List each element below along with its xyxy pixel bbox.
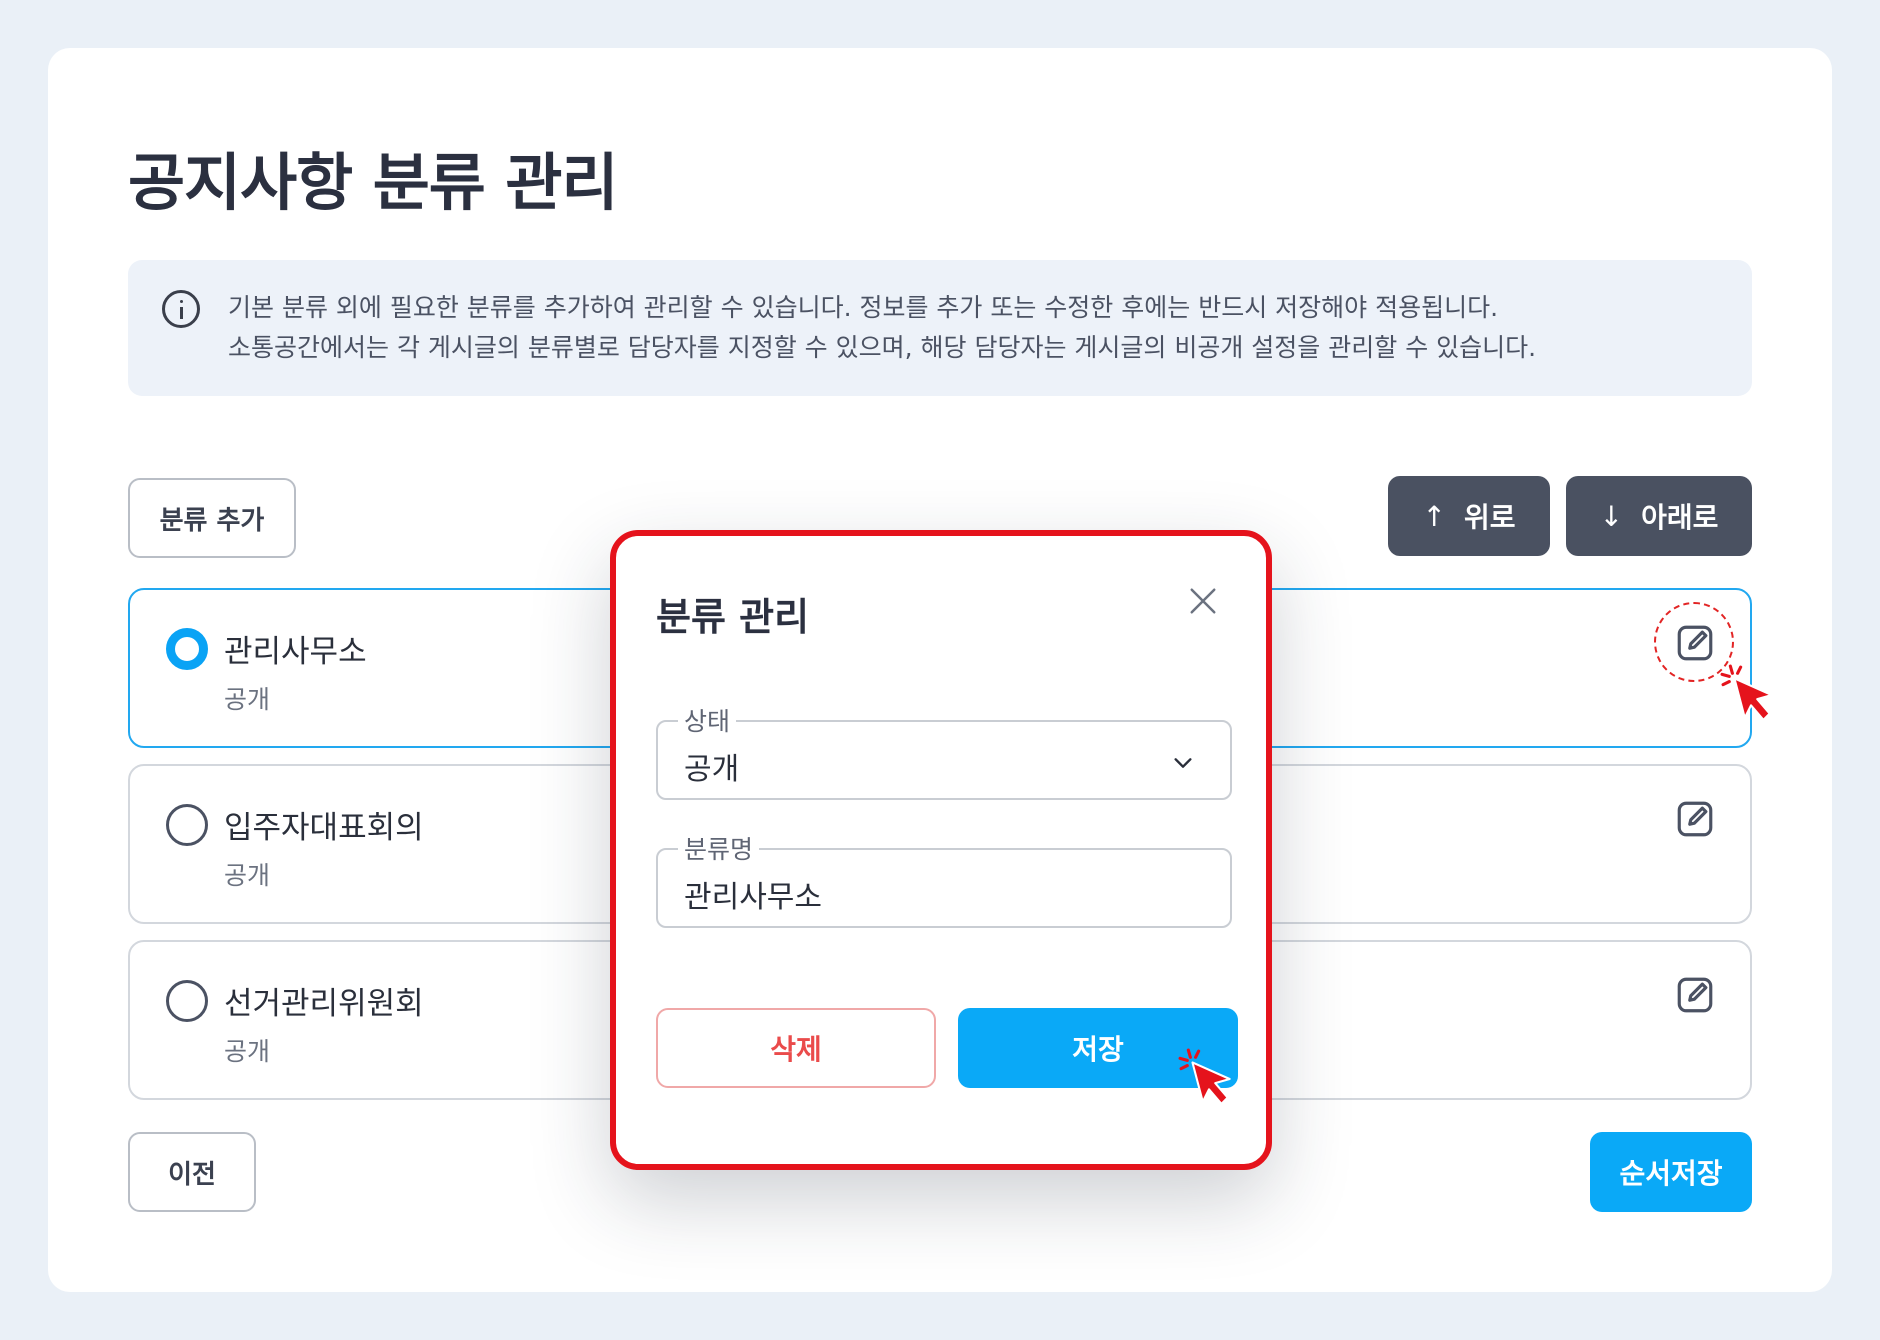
add-category-button[interactable]: 분류 추가: [128, 478, 296, 558]
move-up-label: 위로: [1463, 501, 1516, 534]
move-up-button[interactable]: ↑ 위로: [1388, 476, 1550, 556]
close-icon[interactable]: [1188, 586, 1218, 616]
status-select[interactable]: 상태 공개: [656, 702, 1232, 800]
arrow-down-icon: ↓: [1599, 499, 1624, 533]
category-modal: 분류 관리 상태 공개 분류명 관리사무소 삭제 저장: [610, 530, 1272, 1170]
prev-button[interactable]: 이전: [128, 1132, 256, 1212]
arrow-up-icon: ↑: [1422, 499, 1446, 533]
info-line-1: 기본 분류 외에 필요한 분류를 추가하여 관리할 수 있습니다. 정보를 추가…: [228, 293, 1499, 322]
info-icon: [162, 290, 200, 328]
category-radio[interactable]: [166, 628, 208, 670]
category-radio[interactable]: [166, 980, 208, 1022]
status-value: 공개: [684, 752, 740, 787]
move-down-button[interactable]: ↓ 아래로: [1566, 476, 1752, 556]
cursor-icon: [1720, 664, 1773, 721]
category-radio[interactable]: [166, 804, 208, 846]
category-name-label: 분류명: [678, 830, 760, 866]
cursor-icon: [1178, 1048, 1231, 1105]
delete-button[interactable]: 삭제: [656, 1008, 936, 1088]
edit-icon[interactable]: [1674, 798, 1716, 840]
category-name: 관리사무소: [224, 634, 367, 670]
edit-icon[interactable]: [1674, 622, 1716, 664]
info-text: 기본 분류 외에 필요한 분류를 추가하여 관리할 수 있습니다. 정보를 추가…: [228, 288, 1536, 368]
save-order-button[interactable]: 순서저장: [1590, 1132, 1752, 1212]
edit-icon[interactable]: [1674, 974, 1716, 1016]
category-name-field[interactable]: 분류명 관리사무소: [656, 830, 1232, 928]
category-name: 입주자대표회의: [224, 810, 424, 846]
status-label: 상태: [678, 702, 737, 738]
chevron-down-icon: [1174, 758, 1192, 768]
category-status: 공개: [224, 861, 271, 890]
info-line-2: 소통공간에서는 각 게시글의 분류별로 담당자를 지정할 수 있으며, 해당 담…: [228, 333, 1537, 362]
page-title: 공지사항 분류 관리: [128, 146, 618, 219]
move-down-label: 아래로: [1641, 501, 1719, 534]
category-status: 공개: [224, 1037, 271, 1066]
category-name: 선거관리위원회: [224, 986, 424, 1022]
category-status: 공개: [224, 685, 271, 714]
category-name-value: 관리사무소: [684, 880, 822, 915]
modal-title: 분류 관리: [656, 595, 810, 639]
info-box: 기본 분류 외에 필요한 분류를 추가하여 관리할 수 있습니다. 정보를 추가…: [128, 260, 1752, 396]
